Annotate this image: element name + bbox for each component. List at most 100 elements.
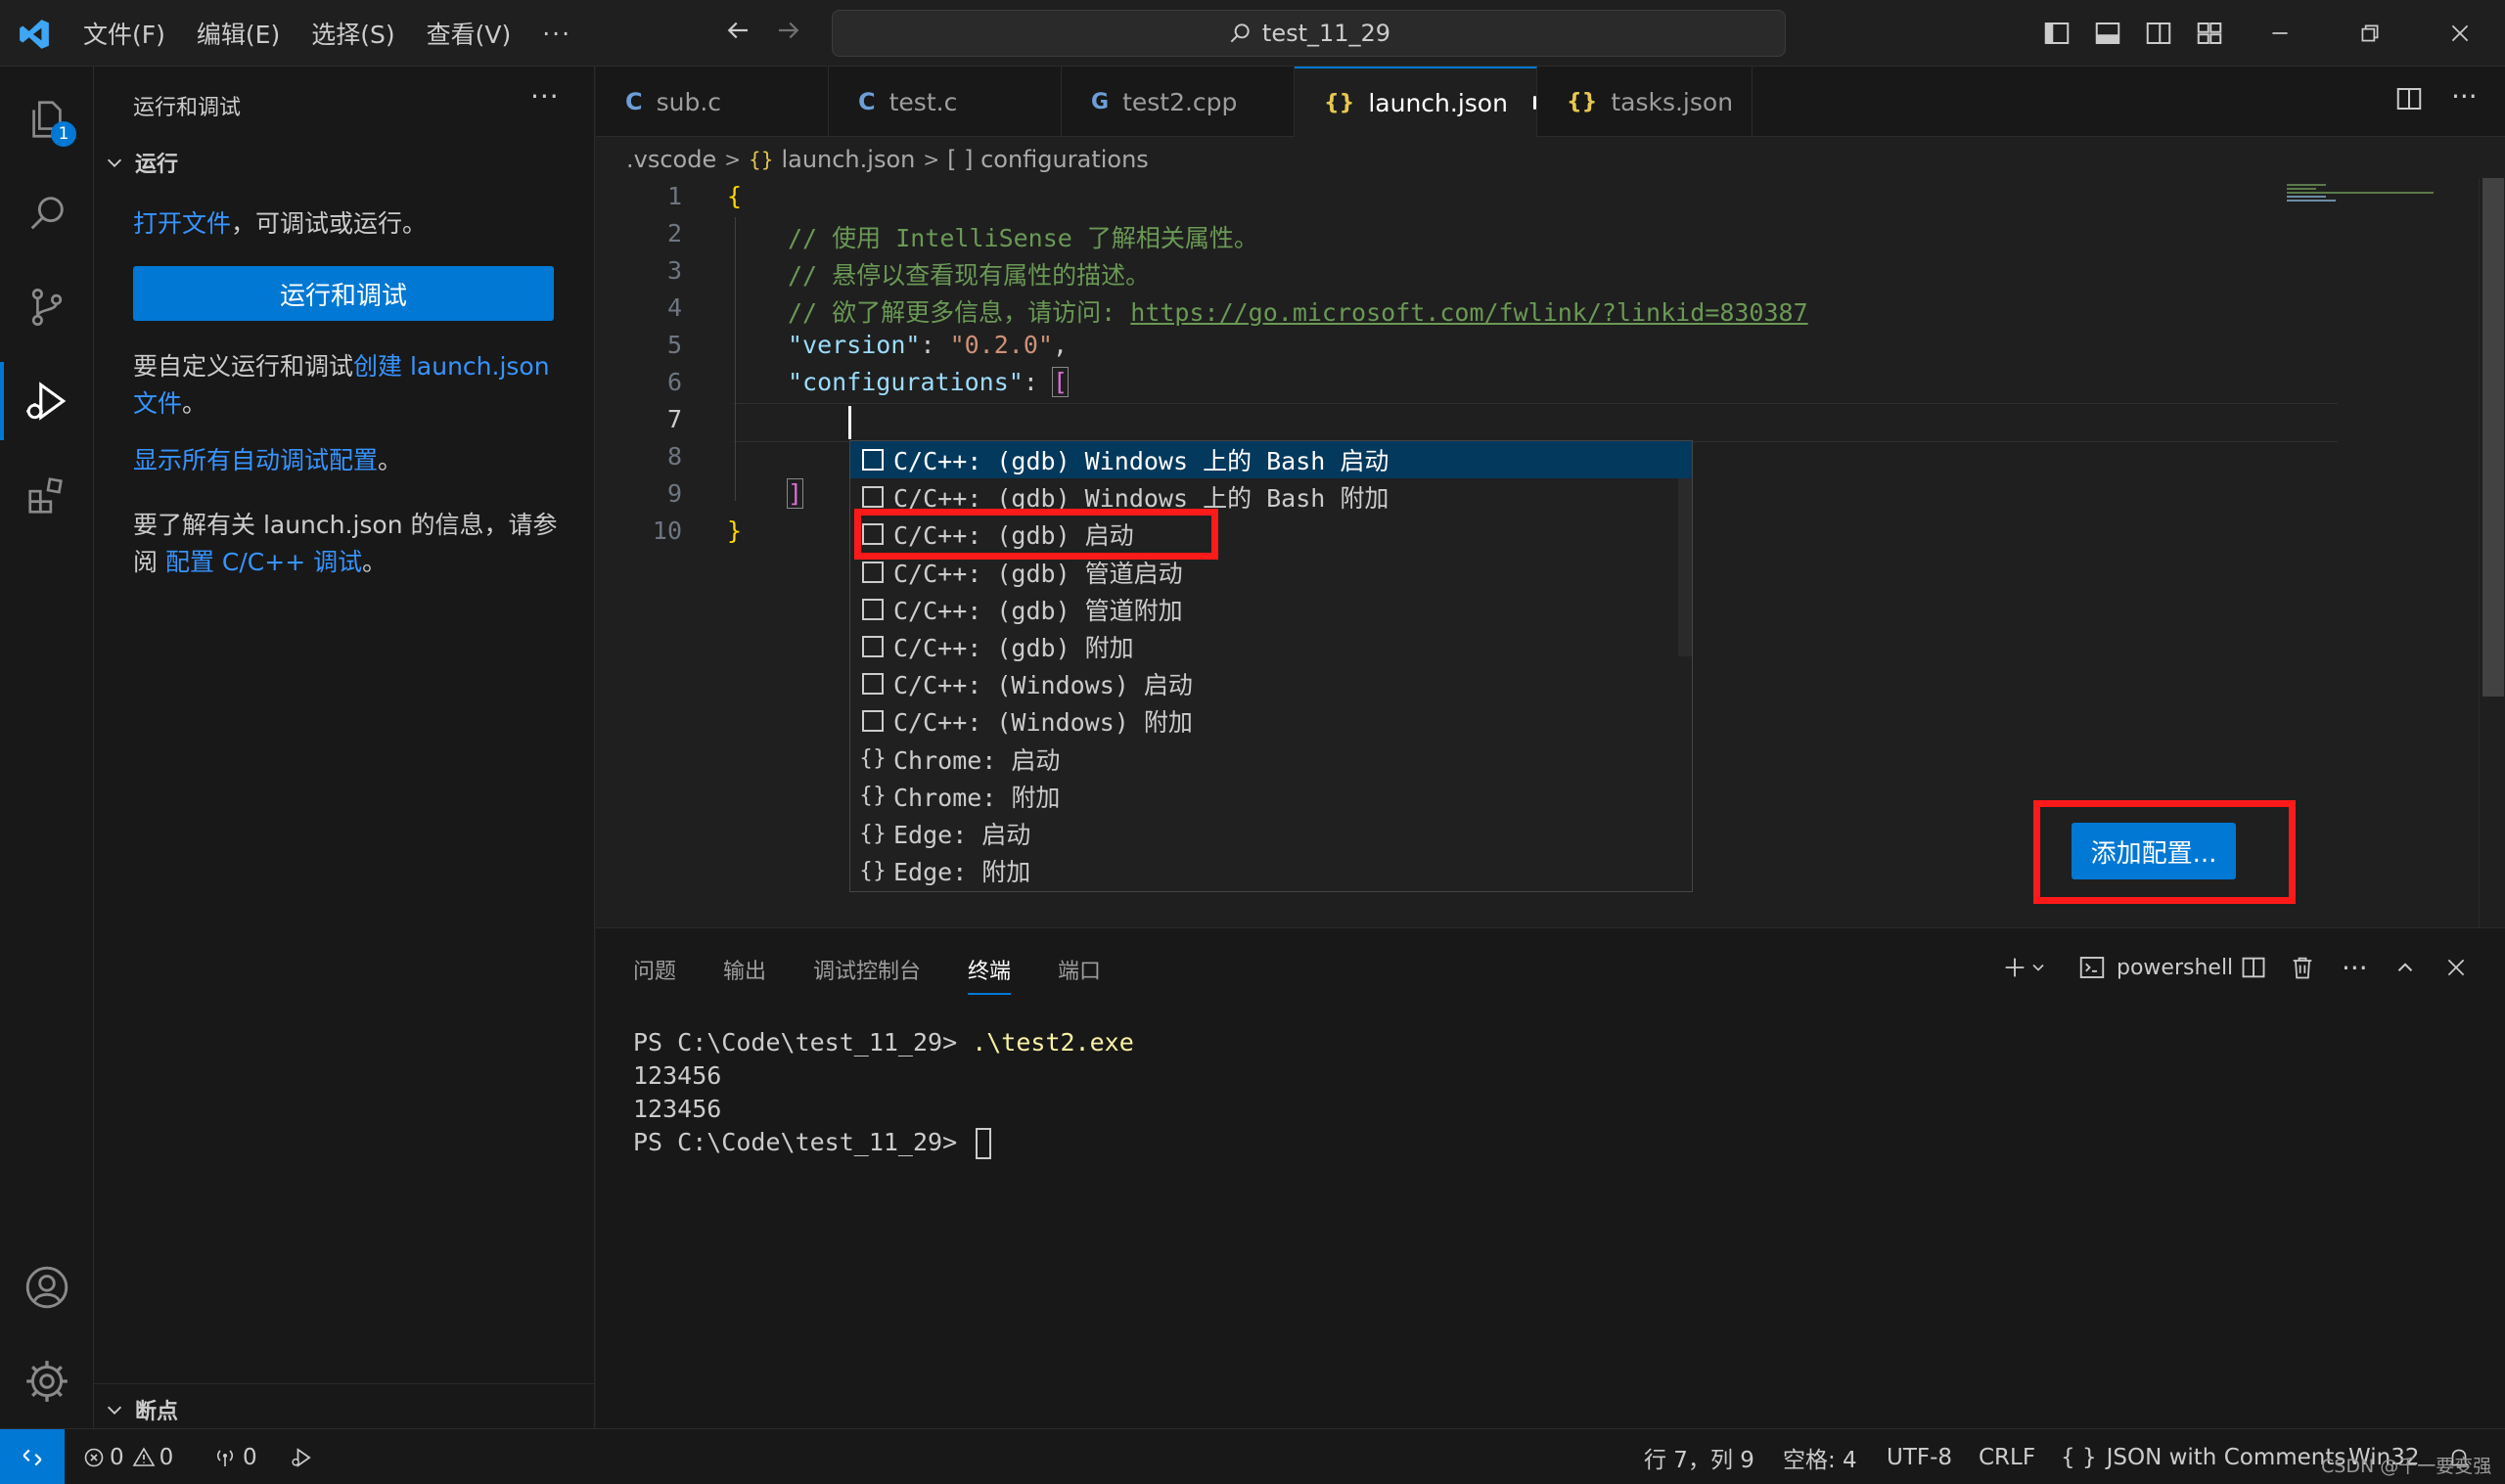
suggest-item[interactable]: C/C++: (Windows) 启动 xyxy=(850,665,1692,702)
panel-more-actions[interactable]: ··· xyxy=(2342,948,2368,987)
error-icon xyxy=(84,1448,104,1466)
run-and-debug-button[interactable]: 运行和调试 xyxy=(133,266,554,321)
tab-sub-c[interactable]: C sub.c xyxy=(596,67,829,137)
indentation-status[interactable]: 空格: 4 xyxy=(1783,1429,1857,1484)
suggest-item[interactable]: {} Edge: 附加 xyxy=(850,852,1692,889)
terminal-profile[interactable]: powershell xyxy=(2077,948,2233,987)
add-configuration-button[interactable]: 添加配置... xyxy=(2072,823,2236,879)
menu-more[interactable]: ··· xyxy=(542,20,571,48)
breakpoints-section: 断点 xyxy=(94,1383,594,1428)
tab-launch-json[interactable]: {} launch.json xyxy=(1295,67,1537,137)
settings-gear-icon[interactable] xyxy=(0,1334,94,1428)
minimize-icon[interactable] xyxy=(2258,12,2301,55)
suggest-item[interactable]: {} Chrome: 启动 xyxy=(850,741,1692,778)
command-center-search[interactable]: test_11_29 xyxy=(832,10,1786,57)
title-bar: 文件(F) 编辑(E) 选择(S) 查看(V) ··· test_11_29 xyxy=(0,0,2505,67)
restore-icon[interactable] xyxy=(2348,12,2391,55)
remote-indicator-icon[interactable] xyxy=(0,1429,65,1484)
line-number: 8 xyxy=(666,442,682,471)
breakpoints-section-header[interactable]: 断点 xyxy=(104,1394,178,1425)
menu-view[interactable]: 查看(V) xyxy=(427,16,512,51)
open-file-link[interactable]: 打开文件 xyxy=(133,209,231,238)
configure-cpp-debug-link[interactable]: 配置 C/C++ 调试 xyxy=(165,548,362,576)
minimap[interactable] xyxy=(2275,178,2471,237)
split-editor-icon[interactable] xyxy=(2394,84,2424,117)
run-and-debug-icon[interactable] xyxy=(0,354,94,448)
source-control-icon[interactable] xyxy=(0,260,94,354)
breadcrumb: .vscode > {} launch.json > [ ] configura… xyxy=(626,143,1149,176)
docs-url-link[interactable]: https://go.microsoft.com/fwlink/?linkid=… xyxy=(1130,298,1807,327)
suggest-item[interactable]: C/C++: (gdb) Windows 上的 Bash 启动 xyxy=(850,441,1692,478)
panel-tab-output[interactable]: 输出 xyxy=(723,954,766,985)
suggest-item[interactable]: {} Chrome: 附加 xyxy=(850,778,1692,815)
unsaved-dot-icon[interactable] xyxy=(1532,96,1536,110)
suggest-item[interactable]: C/C++: (gdb) 附加 xyxy=(850,628,1692,665)
panel-tab-ports[interactable]: 端口 xyxy=(1058,954,1101,985)
encoding-status[interactable]: UTF-8 xyxy=(1887,1429,1952,1484)
toggle-panel-icon[interactable] xyxy=(2086,12,2129,55)
suggest-item-label: Chrome: 附加 xyxy=(893,783,1061,812)
extensions-icon[interactable] xyxy=(0,448,94,542)
tab-test2-cpp[interactable]: G test2.cpp xyxy=(1062,67,1295,137)
toggle-secondary-sidebar-icon[interactable] xyxy=(2137,12,2180,55)
language-mode[interactable]: { } JSON with Comments xyxy=(2061,1429,2346,1484)
forward-arrow-icon[interactable] xyxy=(771,16,806,51)
suggest-item[interactable]: C/C++: (Windows) 附加 xyxy=(850,702,1692,740)
split-terminal-icon[interactable] xyxy=(2240,948,2267,987)
sidebar-more-actions[interactable]: ··· xyxy=(530,80,560,112)
chevron-right-icon: > xyxy=(923,148,940,171)
close-window-icon[interactable] xyxy=(2438,12,2482,55)
maximize-panel-chevron-up-icon[interactable] xyxy=(2392,948,2418,987)
menu-file[interactable]: 文件(F) xyxy=(83,16,165,51)
close-panel-icon[interactable] xyxy=(2443,948,2469,987)
suggest-item-label: C/C++: (Windows) 启动 xyxy=(893,671,1193,700)
suggest-item[interactable]: C/C++: (gdb) 管道附加 xyxy=(850,591,1692,628)
text-cursor xyxy=(848,406,851,439)
tab-tasks-json[interactable]: {} tasks.json xyxy=(1537,67,1753,137)
panel-tab-problems[interactable]: 问题 xyxy=(633,954,676,985)
tab-test-c[interactable]: C test.c xyxy=(829,67,1062,137)
panel-tab-debug-console[interactable]: 调试控制台 xyxy=(813,954,921,985)
chevron-right-icon: > xyxy=(724,148,741,171)
explorer-badge: 1 xyxy=(51,121,76,147)
code-line-1: { xyxy=(727,182,743,210)
eol-status[interactable]: CRLF xyxy=(1979,1429,2035,1484)
code-line-5: "version": "0.2.0", xyxy=(788,331,1068,359)
code-line-6: "configurations": [ xyxy=(788,367,1070,397)
search-icon[interactable] xyxy=(0,166,94,260)
code-line-3: // 悬停以查看现有属性的描述。 xyxy=(788,261,1151,290)
broadcast-icon xyxy=(216,1449,234,1466)
suggest-item[interactable]: {} Edge: 启动 xyxy=(850,815,1692,852)
terminal-cursor xyxy=(976,1128,992,1159)
tab-label: launch.json xyxy=(1368,88,1508,117)
accounts-icon[interactable] xyxy=(0,1240,94,1334)
show-all-configs-link[interactable]: 显示所有自动调试配置 xyxy=(133,446,378,474)
menu-selection[interactable]: 选择(S) xyxy=(311,16,394,51)
terminal-prompt-line[interactable]: PS C:\Code\test_11_29> xyxy=(633,1128,992,1159)
chevron-down-icon xyxy=(107,1406,122,1415)
menu-edit[interactable]: 编辑(E) xyxy=(197,16,280,51)
breadcrumb-file[interactable]: launch.json xyxy=(781,146,915,173)
panel-tab-terminal[interactable]: 终端 xyxy=(968,954,1012,995)
line-number: 1 xyxy=(666,182,682,210)
breadcrumb-folder[interactable]: .vscode xyxy=(626,146,716,173)
back-arrow-icon[interactable] xyxy=(720,16,755,51)
editor-scrollbar-thumb[interactable] xyxy=(2482,178,2504,697)
tab-label: tasks.json xyxy=(1611,87,1734,116)
error-count: 0 xyxy=(110,1444,124,1470)
explorer-icon[interactable]: 1 xyxy=(0,72,94,166)
chevron-down-icon xyxy=(107,158,122,167)
customize-layout-icon[interactable] xyxy=(2188,12,2231,55)
new-terminal-plus-icon[interactable] xyxy=(2001,948,2048,987)
breadcrumb-symbol[interactable]: [ ] configurations xyxy=(947,146,1149,173)
problems-status[interactable]: 0 0 xyxy=(82,1429,173,1484)
cursor-position[interactable]: 行 7，列 9 xyxy=(1644,1429,1754,1484)
ports-status[interactable]: 0 xyxy=(213,1429,257,1484)
learn-hint: 要了解有关 launch.json 的信息，请参阅 配置 C/C++ 调试。 xyxy=(133,511,558,576)
debug-launch-icon[interactable] xyxy=(288,1429,315,1484)
run-section-header[interactable]: 运行 xyxy=(104,147,178,178)
editor-more-actions[interactable]: ··· xyxy=(2451,80,2478,112)
suggest-item-label: Chrome: 启动 xyxy=(893,745,1061,775)
toggle-primary-sidebar-icon[interactable] xyxy=(2035,12,2078,55)
kill-terminal-trash-icon[interactable] xyxy=(2289,948,2316,987)
